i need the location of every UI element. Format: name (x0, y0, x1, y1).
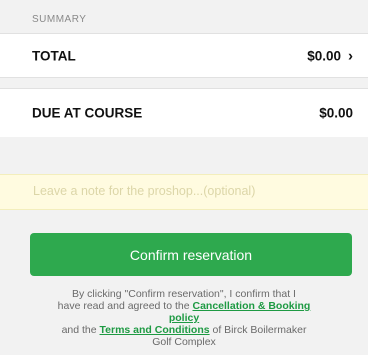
summary-section-title: SUMMARY (32, 14, 87, 25)
proshop-note-field[interactable]: Leave a note for the proshop...(optional… (0, 174, 368, 210)
terms-and-conditions-link[interactable]: Terms and Conditions (100, 324, 210, 336)
legal-line-4-prefix: and the (61, 324, 100, 336)
reservation-summary-screen: SUMMARY TOTAL $0.00 › DUE AT COURSE $0.0… (0, 0, 368, 355)
total-value: $0.00 (307, 48, 341, 63)
legal-disclaimer: By clicking "Confirm reservation", I con… (0, 288, 368, 348)
cancellation-policy-link-continued[interactable]: policy (169, 312, 199, 324)
legal-line-4-suffix: of Birck Boilermaker (209, 324, 307, 336)
confirm-reservation-label: Confirm reservation (129, 246, 253, 263)
legal-line-2: have read and agreed to the Cancellation… (0, 300, 368, 312)
legal-line-5: Golf Complex (152, 336, 216, 348)
cancellation-policy-link[interactable]: Cancellation & Booking (193, 300, 311, 312)
legal-line-1: By clicking "Confirm reservation", I con… (72, 288, 296, 300)
proshop-note-placeholder: Leave a note for the proshop...(optional… (33, 184, 256, 198)
due-at-course-label: DUE AT COURSE (32, 105, 143, 121)
total-value-group: $0.00 › (307, 48, 353, 63)
due-at-course-value: $0.00 (319, 105, 353, 121)
spacer (0, 137, 368, 175)
legal-line-2-prefix: have read and agreed to the (57, 300, 193, 312)
total-label: TOTAL (32, 48, 76, 63)
confirm-reservation-button[interactable]: Confirm reservation (30, 233, 352, 276)
summary-section-header: SUMMARY (0, 0, 368, 30)
due-at-course-row: DUE AT COURSE $0.00 (0, 88, 368, 138)
total-row[interactable]: TOTAL $0.00 › (0, 33, 368, 78)
legal-line-3: policy (0, 312, 368, 324)
legal-line-4: and the Terms and Conditions of Birck Bo… (0, 324, 368, 336)
chevron-right-icon: › (348, 47, 353, 64)
